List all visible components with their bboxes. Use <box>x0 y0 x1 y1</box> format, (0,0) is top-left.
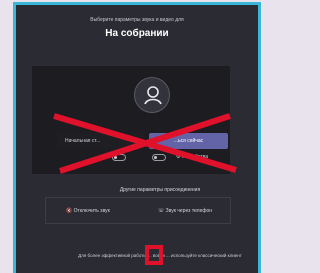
gear-icon: ⚙ <box>176 154 181 160</box>
preview-subtitle: Выберите параметры звука и видео для <box>90 17 184 23</box>
avatar-icon <box>134 77 170 113</box>
video-toggle[interactable] <box>112 154 126 161</box>
name-input[interactable]: Начальная ст... <box>57 133 144 149</box>
devices-label: Устройства <box>181 154 209 160</box>
phone-icon: ☏ <box>158 208 165 214</box>
other-options-title: Другие параметры присоединения <box>119 187 201 193</box>
annotation-box <box>145 245 163 265</box>
av-controls <box>90 150 230 166</box>
join-now-button[interactable]: ...ься сейчас <box>149 133 228 149</box>
other-options-panel: 🔇 Отключить звук ☏ Звук через телефон <box>45 197 231 224</box>
mute-audio-label: Отключить звук <box>73 208 110 214</box>
phone-audio-label: Звук через телефон <box>165 208 213 214</box>
devices-button[interactable]: ⚙ Устройства <box>176 154 208 160</box>
mute-icon: 🔇 <box>66 208 73 214</box>
phone-audio-option[interactable]: ☏ Звук через телефон <box>158 208 212 214</box>
mute-audio-option[interactable]: 🔇 Отключить звук <box>66 208 110 214</box>
meeting-title: На собрании <box>105 28 169 39</box>
mic-toggle[interactable] <box>152 154 166 161</box>
